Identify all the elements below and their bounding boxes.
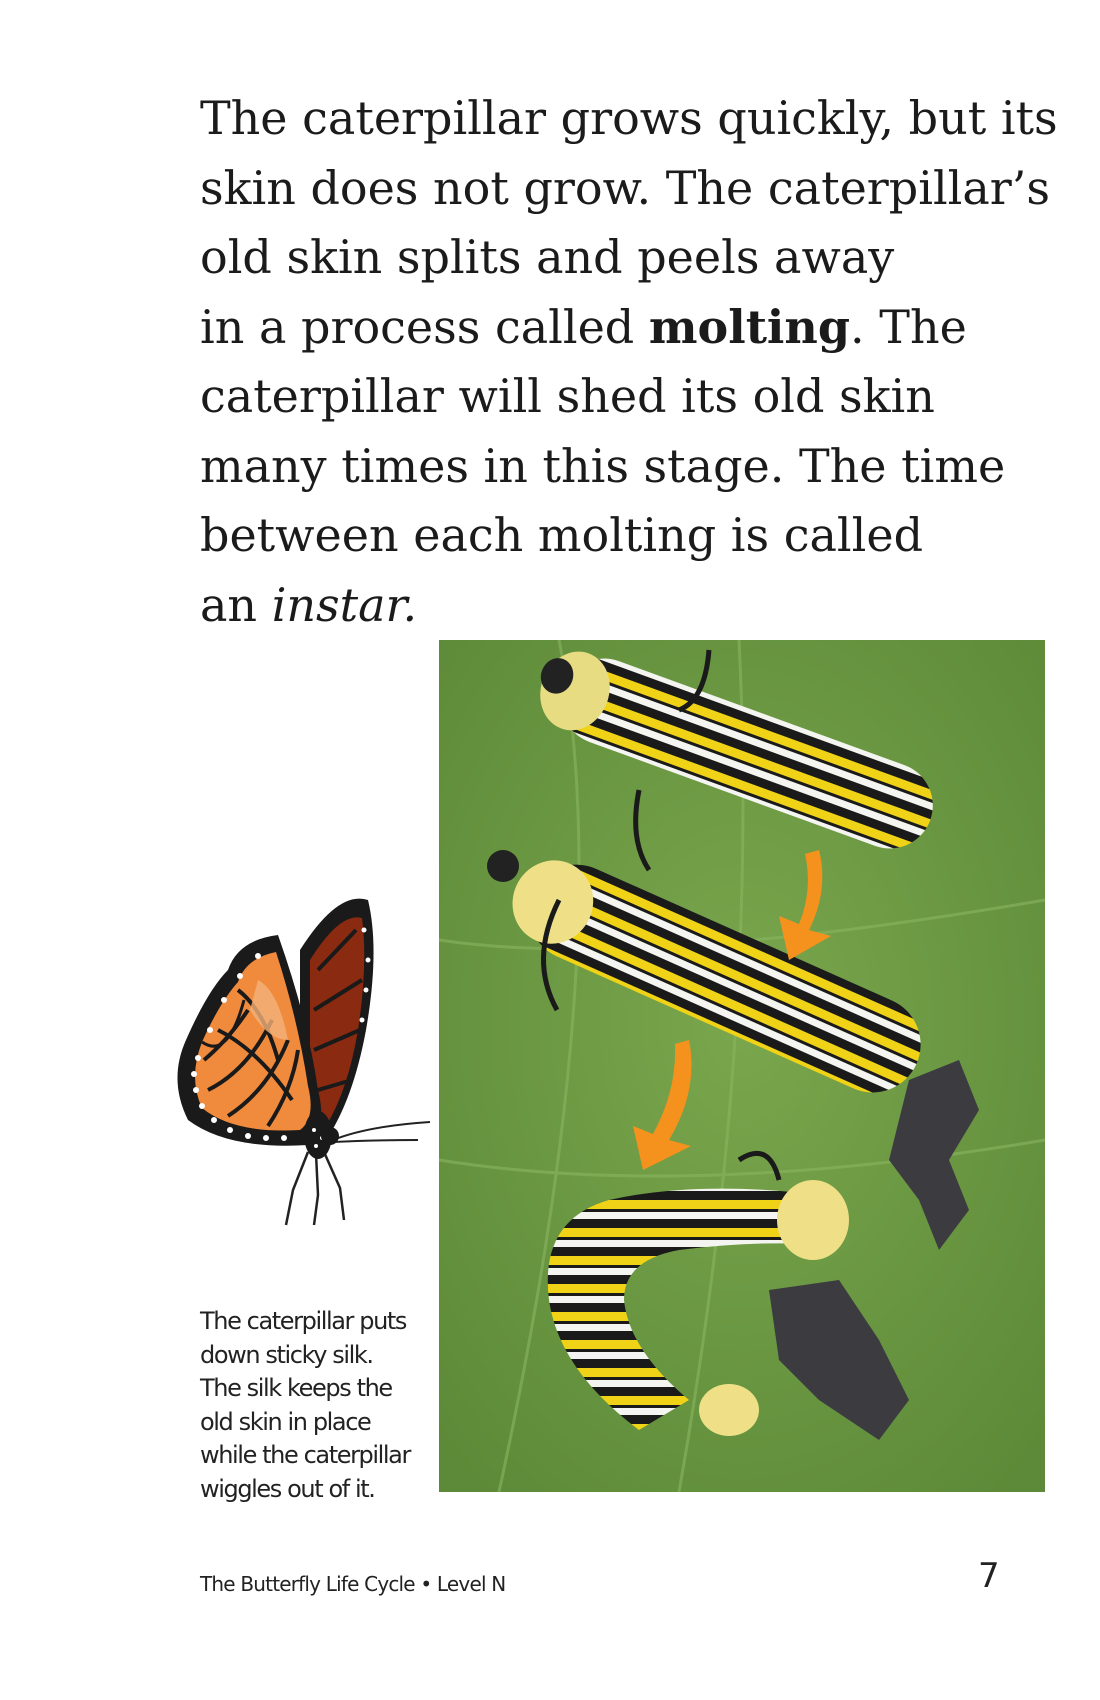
caption-line: old skin in place	[200, 1407, 372, 1436]
caption-line: The silk keeps the	[200, 1374, 393, 1402]
caption-line: while the caterpillar	[200, 1441, 411, 1469]
text-line: The caterpillar grows quickly, but its	[200, 91, 1058, 145]
text-line: between each molting is called	[200, 508, 924, 562]
page-number: 7	[978, 1556, 1000, 1596]
book-title-footer: The Butterfly Life Cycle • Level N	[200, 1572, 506, 1596]
text-line: in a process called molting. The	[200, 293, 1050, 363]
caption-line: The caterpillar puts	[200, 1307, 407, 1335]
text-line: many times in this stage. The time	[200, 438, 1006, 493]
caption-line: wiggles out of it.	[200, 1474, 376, 1503]
text-line: old skin splits and peels away	[200, 230, 895, 284]
text-span: an	[200, 577, 272, 632]
text-line: an instar.	[200, 571, 1050, 641]
vocabulary-word-molting: molting	[648, 299, 851, 354]
text-span: in a process called	[200, 299, 649, 354]
monarch-butterfly-icon	[168, 890, 438, 1240]
photo-caption: The caterpillar puts down sticky silk. T…	[200, 1305, 440, 1506]
text-line: caterpillar will shed its old skin	[200, 369, 935, 423]
body-paragraph: The caterpillar grows quickly, but its s…	[200, 84, 1058, 641]
caterpillars-molting-photo-icon	[439, 640, 1045, 1492]
text-span: . The	[850, 299, 967, 354]
term-instar: instar.	[271, 577, 418, 632]
text-line: skin does not grow. The caterpillar’s	[200, 160, 1051, 215]
caption-line: down sticky silk.	[200, 1340, 374, 1369]
